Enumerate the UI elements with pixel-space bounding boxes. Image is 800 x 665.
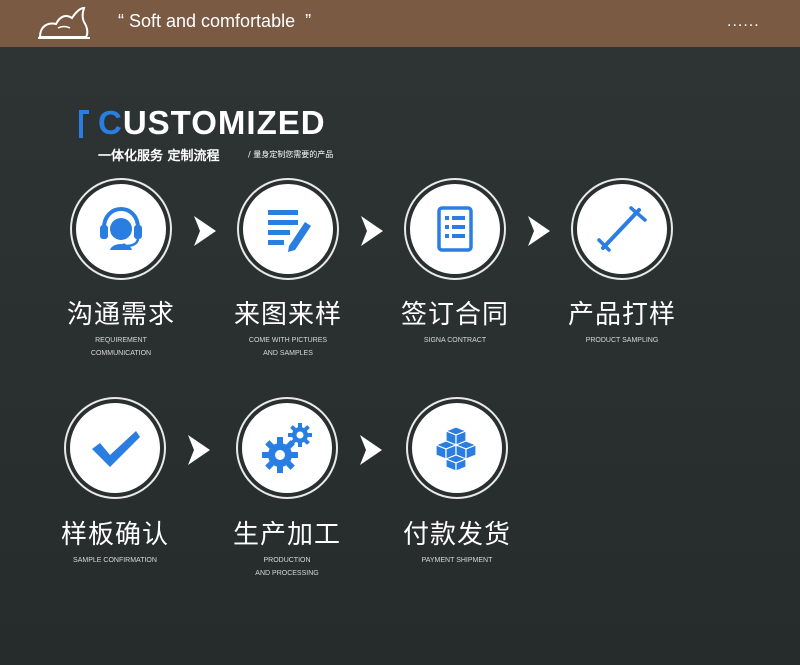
step-production-icon-circle — [238, 399, 336, 497]
ruler-tool-icon — [597, 206, 647, 252]
step-requirement-icon-circle — [72, 180, 170, 278]
step-sub-production: PRODUCTION AND PROCESSING — [255, 557, 319, 577]
header-tagline: “ Soft and comfortable ” — [118, 11, 312, 31]
gears-icon — [262, 423, 312, 473]
arrow-right-icon — [528, 216, 550, 246]
step-label-samples: 来图来样 — [233, 300, 342, 330]
document-pen-icon — [268, 210, 311, 252]
step-sub-samples: COME WITH PICTURES AND SAMPLES — [248, 337, 328, 357]
more-menu-button[interactable]: ...... — [727, 13, 760, 31]
title-rest: USTOMIZED — [122, 104, 326, 141]
boxes-icon — [434, 426, 478, 472]
bracket-mark-icon — [79, 110, 89, 138]
step-sampling-icon-circle — [573, 180, 671, 278]
step-contract-icon-circle — [406, 180, 504, 278]
step-label-shipment: 付款发货 — [402, 520, 511, 550]
step-label-production: 生产加工 — [232, 520, 341, 550]
title-first-letter: C — [98, 104, 123, 141]
step-shipment-icon-circle — [408, 399, 506, 497]
step-sub-contract: SIGNA CONTRACT — [423, 337, 487, 344]
cat-logo-icon — [38, 6, 90, 39]
checkmark-icon — [92, 431, 140, 467]
step-sub-requirement: REQUIREMENT COMMUNICATION — [90, 337, 152, 357]
page-subnote: / 量身定制您需要的产品 — [248, 150, 334, 159]
step-sub-sampling: PRODUCT SAMPLING — [585, 337, 659, 344]
page-subtitle: 一体化服务 定制流程 — [98, 149, 220, 164]
headset-icon — [100, 206, 142, 250]
step-sub-shipment: PAYMENT SHIPMENT — [421, 557, 493, 564]
step-label-confirm: 样板确认 — [60, 520, 169, 550]
contract-list-icon — [437, 206, 473, 252]
arrow-right-icon — [361, 216, 383, 246]
step-label-sampling: 产品打样 — [567, 300, 676, 330]
step-label-contract: 签订合同 — [400, 300, 509, 330]
arrow-right-icon — [360, 435, 382, 465]
step-sub-confirm: SAMPLE CONFIRMATION — [73, 557, 157, 564]
step-samples-icon-circle — [239, 180, 337, 278]
arrow-right-icon — [194, 216, 216, 246]
page-title: CUSTOMIZED — [98, 104, 326, 142]
step-label-requirement: 沟通需求 — [66, 300, 175, 330]
step-confirm-icon-circle — [66, 399, 164, 497]
arrow-right-icon — [188, 435, 210, 465]
top-bar: “ Soft and comfortable ” ...... — [0, 0, 800, 47]
